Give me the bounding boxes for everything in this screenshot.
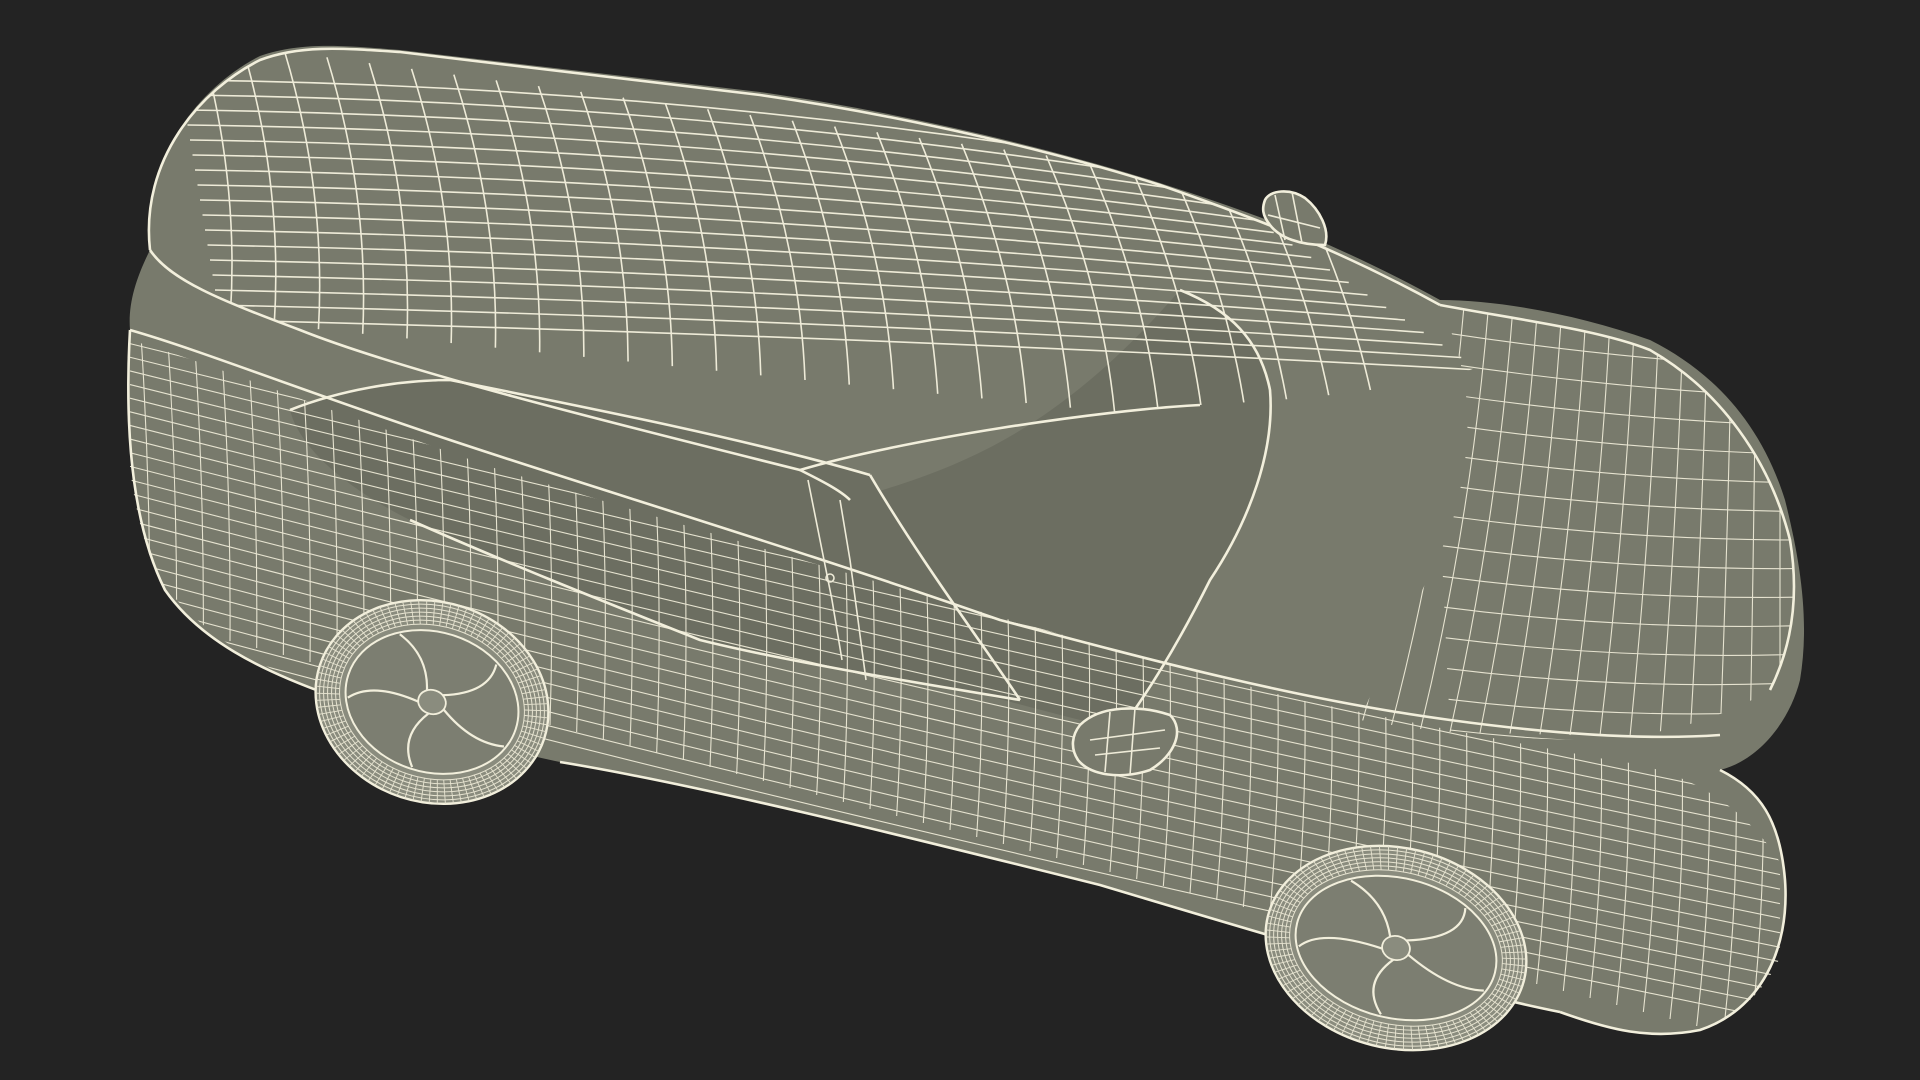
render-viewport <box>0 0 1920 1080</box>
car-wireframe-model <box>127 45 1805 1052</box>
